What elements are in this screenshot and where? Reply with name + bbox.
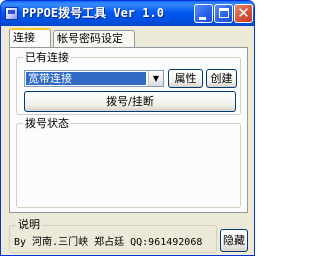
minimize-icon	[199, 17, 206, 20]
app-window: PPPOE拨号工具 Ver 1.0 ✕ 连接 帐号密码设定 已有连接 宽带连接 …	[0, 0, 255, 256]
dial-status-group: 拨号状态	[16, 117, 241, 208]
description-group: 说明 By 河南.三门峡 郑占廷 QQ:961492068	[9, 218, 217, 253]
tab-connect[interactable]: 连接	[9, 28, 51, 47]
chevron-down-icon[interactable]: ▼	[148, 71, 163, 86]
close-icon: ✕	[237, 4, 250, 22]
connection-select[interactable]: 宽带连接 ▼	[24, 70, 164, 87]
description-text: By 河南.三门峡 郑占廷 QQ:961492068	[14, 237, 203, 248]
description-title: 说明	[16, 218, 42, 231]
minimize-button[interactable]	[194, 4, 213, 23]
tab-account-settings[interactable]: 帐号密码设定	[53, 30, 135, 47]
close-button[interactable]: ✕	[234, 4, 253, 23]
window-title: PPPOE拨号工具 Ver 1.0	[22, 6, 164, 20]
dial-hangup-button[interactable]: 拨号/挂断	[24, 91, 236, 112]
properties-button[interactable]: 属性	[168, 69, 203, 88]
app-icon	[5, 7, 18, 20]
title-bar[interactable]: PPPOE拨号工具 Ver 1.0 ✕	[1, 1, 254, 26]
dial-status-title: 拨号状态	[23, 117, 71, 130]
maximize-icon	[219, 8, 229, 18]
hide-button[interactable]: 隐藏	[220, 229, 248, 252]
existing-connections-title: 已有连接	[23, 51, 71, 64]
create-button[interactable]: 创建	[206, 69, 237, 88]
tab-panel-connect: 已有连接 宽带连接 ▼ 属性 创建 拨号/挂断 拨号状态	[9, 47, 248, 213]
connection-select-value: 宽带连接	[26, 72, 146, 85]
existing-connections-group: 已有连接 宽带连接 ▼ 属性 创建 拨号/挂断	[16, 51, 241, 115]
maximize-button[interactable]	[214, 4, 233, 23]
